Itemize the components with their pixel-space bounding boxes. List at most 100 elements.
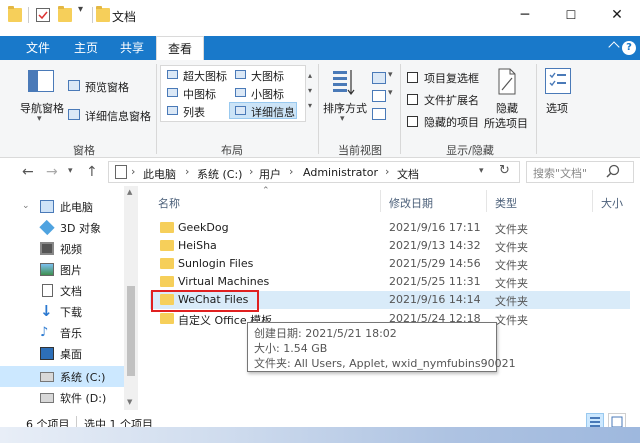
column-header-name[interactable]: 名称	[158, 195, 180, 211]
maximize-button[interactable]: ☐	[548, 0, 594, 30]
close-button[interactable]: ✕	[594, 0, 640, 30]
options-icon[interactable]	[545, 68, 571, 94]
breadcrumb-separator: ›	[289, 165, 294, 178]
table-row[interactable]: GeekDog 2021/9/16 17:11 文件夹	[150, 219, 630, 237]
item-checkboxes-checkbox[interactable]	[407, 72, 418, 83]
tab-file[interactable]: 文件	[14, 36, 62, 60]
layout-list[interactable]: 列表	[183, 104, 205, 120]
navigation-pane-icon[interactable]	[28, 70, 54, 92]
recent-locations-dropdown-icon[interactable]: ▾	[68, 166, 73, 176]
breadcrumb-documents[interactable]: 文档	[397, 166, 419, 182]
sort-by-button[interactable]: 排序方式	[323, 100, 367, 116]
nav-item-c-drive[interactable]: 系统 (C:)	[0, 366, 124, 387]
hide-selected-line2[interactable]: 所选项目	[484, 115, 528, 131]
layout-medium-icons[interactable]: 中图标	[183, 86, 216, 102]
collapse-ribbon-icon[interactable]	[608, 41, 620, 53]
file-date: 2021/9/13 14:32	[389, 239, 481, 252]
column-header-type[interactable]: 类型	[495, 195, 517, 211]
table-row[interactable]: Virtual Machines 2021/5/25 11:31 文件夹	[150, 273, 630, 291]
scroll-down-icon[interactable]: ▼	[127, 398, 132, 406]
breadcrumb-users[interactable]: 用户	[259, 166, 281, 182]
column-header-date[interactable]: 修改日期	[389, 195, 433, 211]
preview-pane-button[interactable]: 预览窗格	[85, 79, 129, 95]
breadcrumb-this-pc[interactable]: 此电脑	[143, 166, 176, 182]
drive-c-icon	[40, 372, 54, 382]
navigation-pane-scrollbar[interactable]: ▲ ▼	[124, 186, 138, 410]
file-type: 文件夹	[495, 314, 528, 327]
nav-item-d-drive[interactable]: 软件 (D:)	[0, 387, 124, 408]
column-divider[interactable]	[486, 190, 487, 212]
address-bar[interactable]: › 此电脑 › 系统 (C:) › 用户 › Administrator › 文…	[108, 161, 520, 183]
large-icons-icon	[235, 70, 246, 79]
nav-item-desktop[interactable]: 桌面	[0, 343, 124, 364]
title-bar: ▾ 文档 ─ ☐ ✕	[0, 0, 640, 30]
size-columns-icon[interactable]	[372, 108, 386, 120]
tab-view[interactable]: 查看	[156, 36, 204, 61]
back-arrow-icon[interactable]: ←	[22, 164, 34, 180]
layout-extra-large-icons[interactable]: 超大图标	[183, 68, 227, 84]
sort-indicator-icon: ⌃	[262, 186, 270, 196]
file-name: Virtual Machines	[178, 275, 270, 288]
title-folder-icon	[96, 6, 110, 22]
breadcrumb-c-drive[interactable]: 系统 (C:)	[197, 166, 242, 182]
divider	[28, 7, 29, 23]
group-label-current-view: 当前视图	[338, 144, 382, 157]
nav-item-music[interactable]: ♪ 音乐	[0, 322, 124, 343]
hidden-items-checkbox[interactable]	[407, 116, 418, 127]
hide-selected-line1[interactable]: 隐藏	[496, 100, 518, 116]
scroll-up-icon[interactable]: ▲	[127, 188, 132, 196]
hide-selected-icon[interactable]	[496, 68, 518, 96]
properties-icon[interactable]	[36, 8, 50, 22]
nav-item-downloads[interactable]: ↓ 下载	[0, 301, 124, 322]
nav-item-video[interactable]: 视频	[0, 238, 124, 259]
nav-item-this-pc[interactable]: ⌄ 此电脑	[0, 196, 124, 217]
add-columns-icon[interactable]	[372, 90, 386, 102]
nav-item-documents[interactable]: 文档	[0, 280, 124, 301]
documents-icon	[42, 284, 53, 297]
group-label-show-hide: 显示/隐藏	[446, 144, 494, 157]
navigation-pane: ⌄ 此电脑 3D 对象 视频 图片 文档 ↓ 下载 ♪ 音乐 桌面 系统 (C:…	[0, 186, 140, 410]
group-by-icon[interactable]	[372, 72, 386, 84]
file-date: 2021/9/16 14:14	[389, 293, 481, 306]
highlight-box	[151, 290, 259, 312]
table-row[interactable]: Sunlogin Files 2021/5/29 14:56 文件夹	[150, 255, 630, 273]
layout-scroll-icon[interactable]: ▴ ▾ ▾	[308, 68, 312, 113]
collapse-chevron-icon[interactable]: ⌄	[22, 201, 30, 211]
new-folder-icon[interactable]	[58, 6, 72, 22]
search-icon[interactable]	[604, 163, 622, 181]
layout-small-icons[interactable]: 小图标	[251, 86, 284, 102]
sort-by-icon[interactable]	[332, 68, 356, 96]
help-icon[interactable]: ?	[622, 41, 636, 55]
address-dropdown-icon[interactable]: ▾	[479, 166, 484, 176]
breadcrumb-administrator[interactable]: Administrator	[303, 166, 378, 179]
folder-app-icon	[8, 6, 22, 22]
nav-item-label: 音乐	[60, 327, 82, 340]
details-pane-button[interactable]: 详细信息窗格	[85, 108, 151, 124]
nav-item-pictures[interactable]: 图片	[0, 259, 124, 280]
column-divider[interactable]	[592, 190, 593, 212]
up-arrow-icon[interactable]: ↑	[86, 164, 98, 180]
quick-access-dropdown-icon[interactable]: ▾	[78, 4, 83, 15]
options-button[interactable]: 选项	[546, 100, 568, 116]
file-name: GeekDog	[178, 221, 229, 234]
nav-item-3d-objects[interactable]: 3D 对象	[0, 217, 124, 238]
folder-icon	[160, 222, 174, 233]
layout-large-icons[interactable]: 大图标	[251, 68, 284, 84]
tab-home[interactable]: 主页	[64, 36, 108, 60]
minimize-button[interactable]: ─	[502, 0, 548, 30]
column-header-size[interactable]: 大小	[601, 195, 623, 211]
download-icon: ↓	[40, 302, 53, 320]
file-extensions-checkbox[interactable]	[407, 94, 418, 105]
column-divider[interactable]	[380, 190, 381, 212]
chevron-down-icon: ▾	[340, 114, 345, 124]
layout-details[interactable]: 详细信息	[251, 104, 295, 120]
refresh-icon[interactable]: ↻	[499, 163, 510, 178]
nav-item-label: 视频	[60, 243, 82, 256]
forward-arrow-icon[interactable]: →	[46, 164, 58, 180]
table-row[interactable]: HeiSha 2021/9/13 14:32 文件夹	[150, 237, 630, 255]
details-icon	[235, 106, 246, 115]
folder-icon	[160, 258, 174, 269]
tab-share[interactable]: 共享	[110, 36, 154, 60]
navigation-pane-button[interactable]: 导航窗格	[20, 100, 64, 116]
scrollbar-thumb[interactable]	[127, 286, 135, 376]
